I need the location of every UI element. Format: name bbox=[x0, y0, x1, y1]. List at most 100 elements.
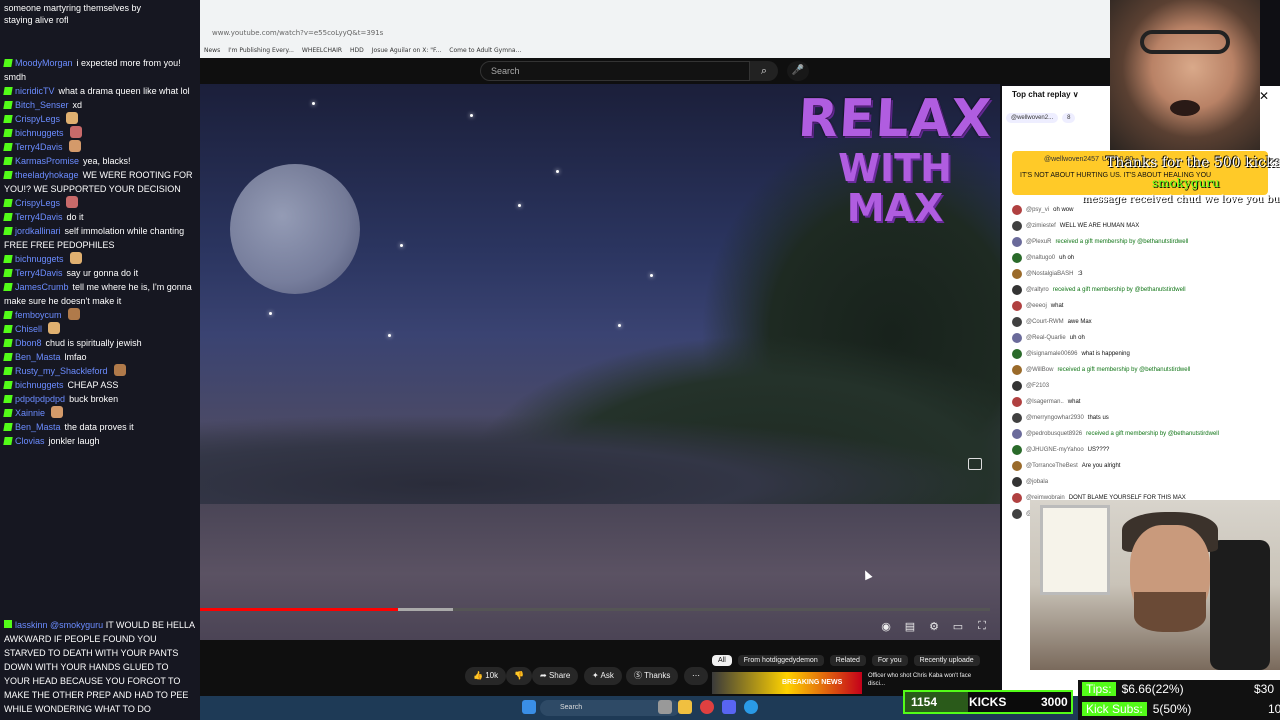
kick-chat-username[interactable]: Terry4Davis bbox=[15, 142, 63, 152]
bookmark-item[interactable]: I'm Publishing Every... bbox=[228, 47, 294, 54]
windows-start-icon[interactable] bbox=[522, 700, 536, 714]
kick-chat-username[interactable]: Terry4Davis bbox=[15, 212, 63, 222]
avatar[interactable] bbox=[1012, 269, 1022, 279]
avatar[interactable] bbox=[1012, 221, 1022, 231]
kick-highlight-user[interactable]: lasskinn bbox=[15, 620, 48, 630]
yt-chat-username[interactable]: @raltyro bbox=[1026, 282, 1049, 298]
yt-chat-username[interactable]: @Court-RWM bbox=[1026, 314, 1064, 330]
kick-chat-username[interactable]: Bitch_Senser bbox=[15, 100, 69, 110]
kick-chat-username[interactable]: theeladyhokage bbox=[15, 170, 79, 180]
kick-chat-username[interactable]: bichnuggets bbox=[15, 380, 64, 390]
progress-bar[interactable] bbox=[200, 608, 990, 611]
yt-chat-username[interactable]: @PlexuR bbox=[1026, 234, 1051, 250]
avatar[interactable] bbox=[1012, 477, 1022, 487]
kick-chat-username[interactable]: jordkallinari bbox=[15, 226, 61, 236]
discord-icon[interactable] bbox=[722, 700, 736, 714]
avatar[interactable] bbox=[1012, 237, 1022, 247]
kick-chat-username[interactable]: Rusty_my_Shackleford bbox=[15, 366, 108, 376]
search-icon[interactable]: ⌕ bbox=[750, 61, 778, 81]
settings-icon[interactable]: ⚙ bbox=[926, 620, 942, 633]
yt-chat-username[interactable]: @naltugo0 bbox=[1026, 250, 1055, 266]
filter-chip[interactable]: Related bbox=[829, 654, 866, 666]
kick-chat-username[interactable]: Ben_Masta bbox=[15, 422, 61, 432]
bookmark-item[interactable]: News bbox=[204, 47, 220, 54]
ask-button[interactable]: ✦ Ask bbox=[584, 667, 622, 685]
pinned-chip[interactable]: 8 bbox=[1062, 113, 1076, 123]
task-view-icon[interactable] bbox=[658, 700, 672, 714]
pinned-chip[interactable]: @wellwoven2... bbox=[1006, 113, 1059, 123]
yt-chat-username[interactable]: @Real-Quarlie bbox=[1026, 330, 1066, 346]
share-button[interactable]: ➦ Share bbox=[532, 667, 579, 685]
kick-chat-username[interactable]: KarmasPromise bbox=[15, 156, 79, 166]
kick-chat-username[interactable]: nicridicTV bbox=[15, 86, 55, 96]
more-actions-button[interactable]: ⋯ bbox=[684, 667, 708, 685]
filter-chip[interactable]: For you bbox=[871, 654, 908, 666]
yt-chat-username[interactable]: @F2103 bbox=[1026, 378, 1049, 394]
kick-chat-username[interactable]: femboycum bbox=[15, 310, 62, 320]
avatar[interactable] bbox=[1012, 461, 1022, 471]
filter-chip[interactable]: From hotdiggedydemon bbox=[737, 654, 824, 666]
search-input[interactable]: Search bbox=[480, 61, 750, 81]
kick-chat-username[interactable]: Chisell bbox=[15, 324, 42, 334]
yt-chat-username[interactable]: @merryngowhar2930 bbox=[1026, 410, 1084, 426]
yt-chat-username[interactable]: @eeeoj bbox=[1026, 298, 1047, 314]
yt-chat-username[interactable]: @isignamale00696 bbox=[1026, 346, 1077, 362]
filter-chip[interactable]: Recently uploade bbox=[913, 654, 980, 666]
avatar[interactable] bbox=[1012, 349, 1022, 359]
edge-icon[interactable] bbox=[744, 700, 758, 714]
avatar[interactable] bbox=[1012, 301, 1022, 311]
address-bar[interactable]: www.youtube.com/watch?v=e55coLyyQ&t=391s bbox=[200, 26, 1110, 40]
yt-chat-username[interactable]: @TorranceTheBest bbox=[1026, 458, 1078, 474]
kick-chat-username[interactable]: CrispyLegs bbox=[15, 114, 60, 124]
fullscreen-icon[interactable]: ⛶ bbox=[974, 620, 990, 633]
avatar[interactable] bbox=[1012, 397, 1022, 407]
bookmark-item[interactable]: WHEELCHAIR bbox=[302, 47, 342, 54]
avatar[interactable] bbox=[1012, 413, 1022, 423]
miniplayer-icon[interactable] bbox=[968, 458, 982, 470]
kick-chat-username[interactable]: Dbon8 bbox=[15, 338, 42, 348]
avatar[interactable] bbox=[1012, 445, 1022, 455]
chrome-icon[interactable] bbox=[700, 700, 714, 714]
avatar[interactable] bbox=[1012, 509, 1022, 519]
avatar[interactable] bbox=[1012, 333, 1022, 343]
close-icon[interactable]: ✕ bbox=[1259, 89, 1269, 103]
yt-chat-username[interactable]: @pedrobusquet8926 bbox=[1026, 426, 1082, 442]
yt-chat-username[interactable]: @NostalgiaBASH bbox=[1026, 266, 1073, 282]
bookmark-item[interactable]: Josue Aguilar on X: "F... bbox=[372, 47, 441, 54]
kick-chat-username[interactable]: bichnuggets bbox=[15, 254, 64, 264]
kick-chat-username[interactable]: Xainnie bbox=[15, 408, 45, 418]
avatar[interactable] bbox=[1012, 381, 1022, 391]
avatar[interactable] bbox=[1012, 317, 1022, 327]
theater-icon[interactable]: ▭ bbox=[950, 620, 966, 633]
subtitles-icon[interactable]: ▤ bbox=[902, 620, 918, 633]
avatar[interactable] bbox=[1012, 429, 1022, 439]
kick-chat-username[interactable]: Terry4Davis bbox=[15, 268, 63, 278]
dislike-button[interactable]: 👎 bbox=[506, 667, 532, 685]
kick-chat-username[interactable]: CrispyLegs bbox=[15, 198, 60, 208]
yt-chat-username[interactable]: @JHUGNE-myYahoo bbox=[1026, 442, 1084, 458]
kick-chat-username[interactable]: JamesCrumb bbox=[15, 282, 69, 292]
kick-chat-username[interactable]: Ben_Masta bbox=[15, 352, 61, 362]
avatar[interactable] bbox=[1012, 365, 1022, 375]
yt-chat-username[interactable]: @Isagerman.. bbox=[1026, 394, 1064, 410]
kick-chat-username[interactable]: MoodyMorgan bbox=[15, 58, 73, 68]
thanks-button[interactable]: Ⓢ Thanks bbox=[626, 667, 679, 685]
yt-chat-username[interactable]: @zimiestef bbox=[1026, 218, 1056, 234]
avatar[interactable] bbox=[1012, 285, 1022, 295]
kick-chat-username[interactable]: pdpdpdpdpd bbox=[15, 394, 65, 404]
filter-chip[interactable]: All bbox=[712, 654, 732, 666]
bookmark-item[interactable]: Come to Adult Gymna... bbox=[449, 47, 521, 54]
mic-icon[interactable]: 🎤 bbox=[787, 61, 809, 81]
file-explorer-icon[interactable] bbox=[678, 700, 692, 714]
kick-chat-username[interactable]: Clovias bbox=[15, 436, 45, 446]
autoplay-icon[interactable]: ◉ bbox=[878, 620, 894, 633]
like-button[interactable]: 👍 10k bbox=[465, 667, 507, 685]
avatar[interactable] bbox=[1012, 493, 1022, 503]
chat-mode-dropdown[interactable]: Top chat replay ∨ bbox=[1012, 90, 1079, 99]
yt-chat-username[interactable]: @jobala bbox=[1026, 474, 1048, 490]
kick-chat-username[interactable]: bichnuggets bbox=[15, 128, 64, 138]
avatar[interactable] bbox=[1012, 253, 1022, 263]
yt-chat-username[interactable]: @psy_vi bbox=[1026, 202, 1049, 218]
yt-chat-username[interactable]: @WillBow bbox=[1026, 362, 1053, 378]
bookmark-item[interactable]: HDD bbox=[350, 47, 364, 54]
